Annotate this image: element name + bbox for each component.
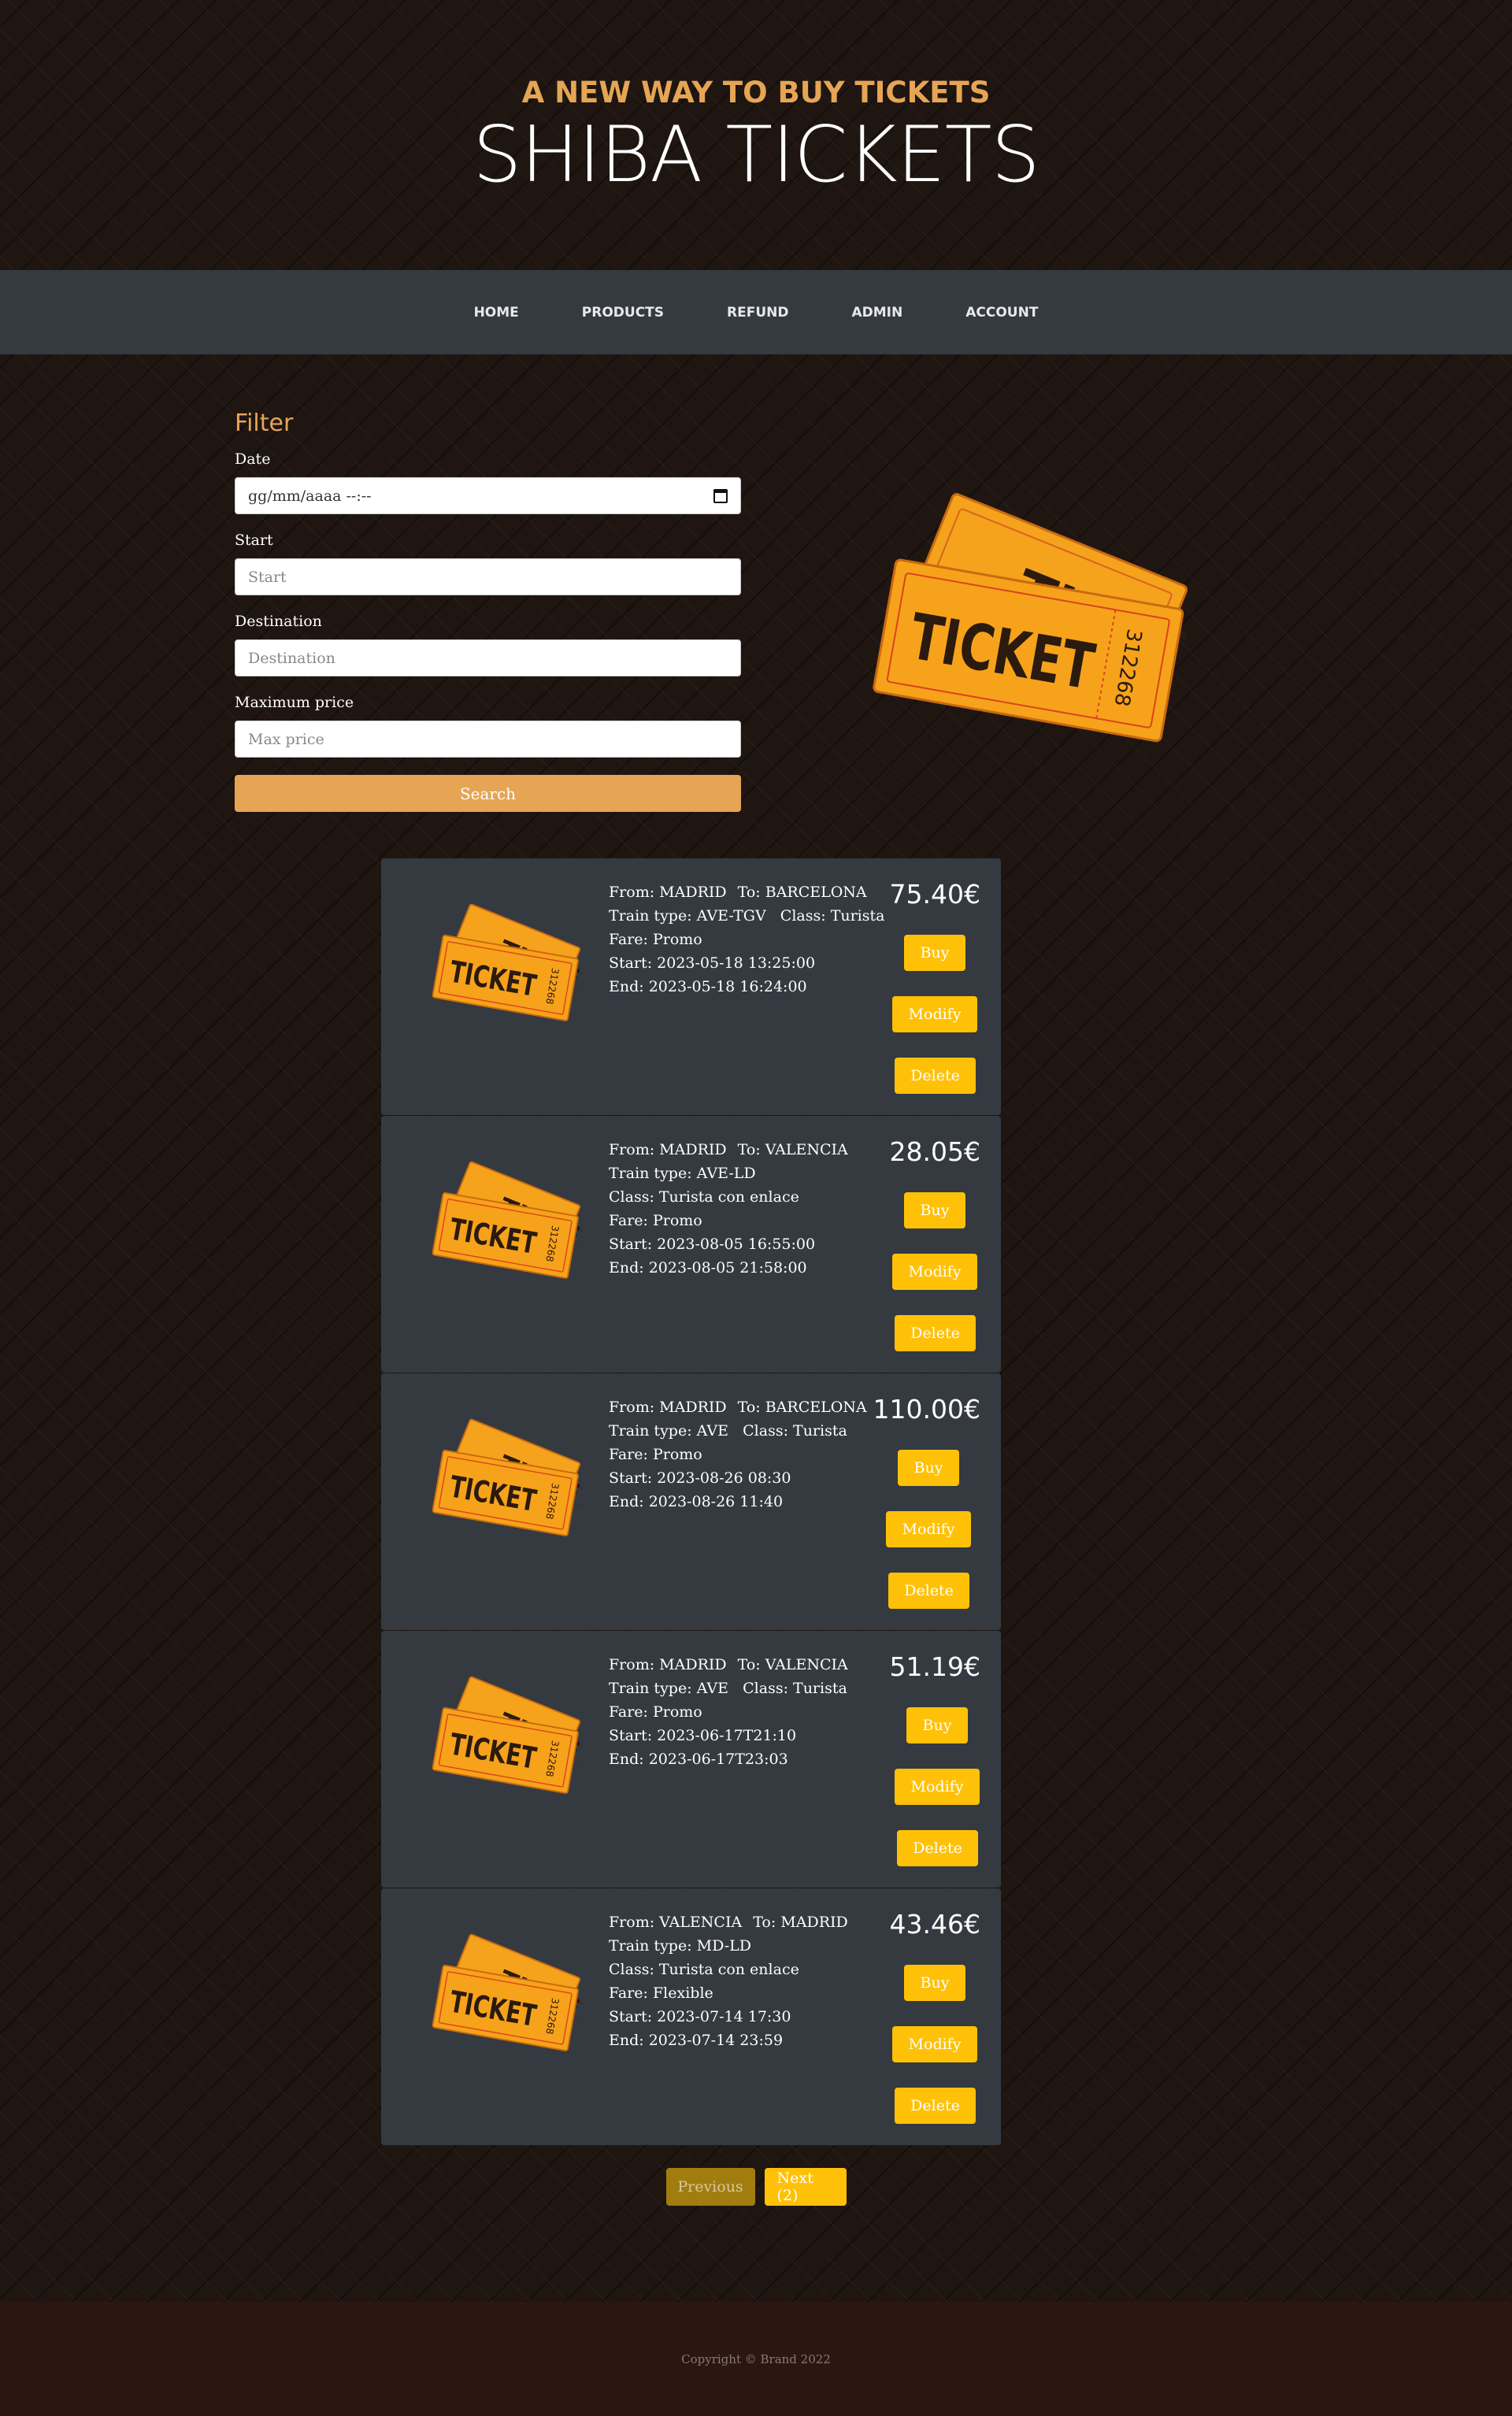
ticket-detail: Class: Turista con enlace bbox=[609, 1188, 799, 1206]
start-input[interactable]: Start bbox=[235, 558, 741, 595]
start-label: Start bbox=[235, 532, 273, 549]
ticket-detail: Class: Turista con enlace bbox=[609, 1961, 799, 1978]
nav-admin[interactable]: ADMIN bbox=[820, 305, 934, 321]
ticket-from: From: MADRID bbox=[609, 1656, 727, 1673]
destination-label: Destination bbox=[235, 613, 322, 630]
ticket-to: To: BARCELONA bbox=[737, 884, 867, 901]
ticket-detail: Fare: Flexible bbox=[609, 1984, 713, 2002]
modify-button[interactable]: Modify bbox=[895, 1769, 980, 1805]
date-label: Date bbox=[235, 450, 271, 468]
ticket-detail: Fare: Promo bbox=[609, 1703, 702, 1721]
date-input-value: gg/mm/aaaa --:-- bbox=[248, 487, 372, 505]
ticket-thumbnail-icon: TICKET TICKET 312268 bbox=[432, 1418, 582, 1536]
pagination: Previous Next (2) bbox=[0, 2168, 1512, 2206]
site-title: SHIBA TICKETS bbox=[472, 110, 1040, 200]
ticket-to: To: BARCELONA bbox=[737, 1399, 867, 1416]
ticket-icon: TICKET TICKET 312268 bbox=[873, 493, 1231, 743]
ticket-from: From: MADRID bbox=[609, 1399, 727, 1416]
ticket-card: TICKET TICKET 312268 From: MADRID To: BAR… bbox=[381, 1373, 1001, 1630]
buy-button[interactable]: Buy bbox=[906, 1707, 968, 1743]
ticket-detail: End: 2023-08-26 11:40 bbox=[609, 1493, 784, 1510]
ticket-detail: Fare: Promo bbox=[609, 931, 702, 948]
copyright-text: Copyright © Brand 2022 bbox=[681, 2351, 831, 2366]
ticket-from: From: VALENCIA bbox=[609, 1914, 743, 1931]
ticket-to: To: VALENCIA bbox=[737, 1141, 848, 1158]
previous-button[interactable]: Previous bbox=[665, 2168, 755, 2206]
ticket-detail: Start: 2023-08-05 16:55:00 bbox=[609, 1236, 816, 1253]
ticket-detail: Train type: AVE Class: Turista bbox=[609, 1422, 847, 1440]
tagline: A NEW WAY TO BUY TICKETS bbox=[521, 76, 991, 109]
delete-button[interactable]: Delete bbox=[897, 1830, 978, 1866]
ticket-detail: Train type: AVE Class: Turista bbox=[609, 1680, 847, 1697]
hero-header: A NEW WAY TO BUY TICKETS SHIBA TICKETS bbox=[0, 0, 1512, 270]
ticket-price: 110.00€ bbox=[873, 1394, 980, 1425]
delete-button[interactable]: Delete bbox=[895, 1315, 976, 1351]
ticket-detail: Start: 2023-08-26 08:30 bbox=[609, 1469, 791, 1487]
ticket-info: From: MADRID To: VALENCIA Train type: AVE… bbox=[609, 1138, 892, 1280]
ticket-detail: Train type: MD-LD bbox=[609, 1937, 751, 1955]
ticket-card: TICKET TICKET 312268 From: MADRID To: VAL… bbox=[381, 1631, 1001, 1888]
ticket-thumbnail-icon: TICKET TICKET 312268 bbox=[432, 1933, 582, 2051]
ticket-detail: Start: 2023-07-14 17:30 bbox=[609, 2008, 791, 2025]
ticket-from: From: MADRID bbox=[609, 1141, 727, 1158]
tickets-illustration: TICKET TICKET 312268 bbox=[858, 488, 1231, 759]
nav-refund[interactable]: REFUND bbox=[695, 305, 820, 321]
ticket-detail: Fare: Promo bbox=[609, 1212, 702, 1229]
calendar-icon[interactable] bbox=[713, 488, 728, 503]
modify-button[interactable]: Modify bbox=[892, 2026, 977, 2062]
ticket-card: TICKET TICKET 312268 From: MADRID To: BAR… bbox=[381, 858, 1001, 1115]
buy-button[interactable]: Buy bbox=[904, 1192, 965, 1228]
date-input[interactable]: gg/mm/aaaa --:-- bbox=[235, 477, 741, 514]
ticket-detail: End: 2023-05-18 16:24:00 bbox=[609, 978, 807, 995]
ticket-info: From: VALENCIA To: MADRID Train type: MD-… bbox=[609, 1910, 892, 2052]
ticket-price: 28.05€ bbox=[889, 1136, 980, 1167]
buy-button[interactable]: Buy bbox=[904, 1965, 965, 2001]
ticket-detail: Fare: Promo bbox=[609, 1446, 702, 1463]
modify-button[interactable]: Modify bbox=[892, 996, 977, 1032]
nav-products[interactable]: PRODUCTS bbox=[550, 305, 695, 321]
ticket-info: From: MADRID To: BARCELONA Train type: AV… bbox=[609, 880, 892, 999]
ticket-price: 43.46€ bbox=[889, 1909, 980, 1940]
buy-button[interactable]: Buy bbox=[898, 1450, 959, 1486]
buy-button[interactable]: Buy bbox=[904, 935, 965, 971]
ticket-info: From: MADRID To: VALENCIA Train type: AVE… bbox=[609, 1653, 892, 1771]
ticket-detail: Start: 2023-06-17T21:10 bbox=[609, 1727, 797, 1744]
delete-button[interactable]: Delete bbox=[895, 2088, 976, 2124]
ticket-info: From: MADRID To: BARCELONA Train type: AV… bbox=[609, 1395, 892, 1514]
max-price-label: Maximum price bbox=[235, 694, 354, 711]
ticket-from: From: MADRID bbox=[609, 884, 727, 901]
modify-button[interactable]: Modify bbox=[892, 1254, 977, 1290]
filter-heading: Filter bbox=[235, 409, 294, 437]
ticket-card: TICKET TICKET 312268 From: VALENCIA To: M… bbox=[381, 1888, 1001, 2145]
ticket-detail: End: 2023-07-14 23:59 bbox=[609, 2032, 784, 2049]
ticket-to: To: VALENCIA bbox=[737, 1656, 848, 1673]
ticket-detail: Train type: AVE-TGV Class: Turista bbox=[609, 907, 885, 925]
ticket-detail: End: 2023-06-17T23:03 bbox=[609, 1751, 788, 1768]
delete-button[interactable]: Delete bbox=[895, 1058, 976, 1094]
search-button[interactable]: Search bbox=[235, 775, 741, 812]
next-button[interactable]: Next (2) bbox=[764, 2168, 847, 2206]
ticket-detail: Start: 2023-05-18 13:25:00 bbox=[609, 954, 816, 972]
ticket-price: 75.40€ bbox=[889, 879, 980, 910]
ticket-thumbnail-icon: TICKET TICKET 312268 bbox=[432, 903, 582, 1021]
ticket-thumbnail-icon: TICKET TICKET 312268 bbox=[432, 1676, 582, 1794]
ticket-detail: Train type: AVE-LD bbox=[609, 1165, 756, 1182]
destination-input[interactable]: Destination bbox=[235, 639, 741, 676]
max-price-input[interactable]: Max price bbox=[235, 721, 741, 758]
ticket-to: To: MADRID bbox=[753, 1914, 848, 1931]
ticket-detail: End: 2023-08-05 21:58:00 bbox=[609, 1259, 807, 1277]
footer: Copyright © Brand 2022 bbox=[0, 2302, 1512, 2416]
tickets-list: TICKET TICKET 312268 From: MADRID To: BAR… bbox=[381, 858, 1001, 2146]
nav-account[interactable]: ACCOUNT bbox=[934, 305, 1069, 321]
delete-button[interactable]: Delete bbox=[888, 1573, 969, 1609]
main-nav: HOME PRODUCTS REFUND ADMIN ACCOUNT bbox=[0, 270, 1512, 354]
ticket-price: 51.19€ bbox=[889, 1651, 980, 1682]
ticket-thumbnail-icon: TICKET TICKET 312268 bbox=[432, 1161, 582, 1279]
filter-panel: Filter Date gg/mm/aaaa --:-- Start Start… bbox=[235, 409, 741, 812]
ticket-card: TICKET TICKET 312268 From: MADRID To: VAL… bbox=[381, 1116, 1001, 1373]
nav-home[interactable]: HOME bbox=[443, 305, 550, 321]
modify-button[interactable]: Modify bbox=[886, 1511, 971, 1547]
